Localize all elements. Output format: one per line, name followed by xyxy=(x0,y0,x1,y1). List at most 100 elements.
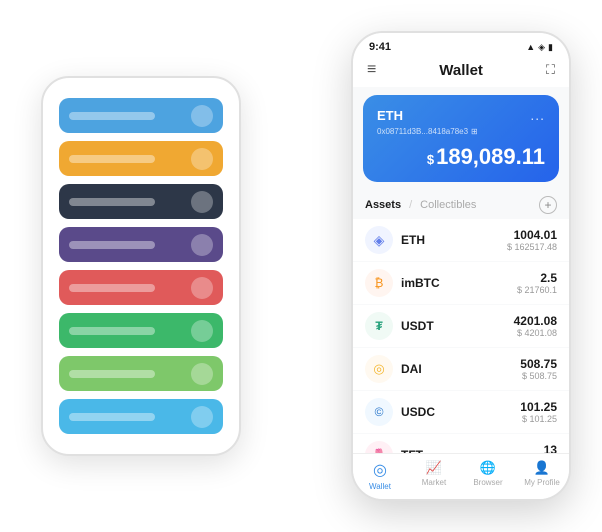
eth-card-header: ETH ... xyxy=(377,107,545,123)
asset-item-tft[interactable]: 🌷 TFT 13 0 xyxy=(353,434,569,453)
eth-coin-icon: ◈ xyxy=(374,232,385,249)
status-bar: 9:41 ▲ ◈ ▮ xyxy=(353,33,569,57)
wallet-card-1[interactable] xyxy=(59,98,223,133)
eth-card[interactable]: ETH ... 0x08711d3B...8418a78e3 ⊞ $189,08… xyxy=(363,95,559,182)
dai-amount: 508.75 xyxy=(520,357,557,371)
scene: 9:41 ▲ ◈ ▮ ≡ Wallet ⛶ ETH ... 0x08711d3B xyxy=(11,11,591,521)
imbtc-value: $ 21760.1 xyxy=(517,285,557,295)
back-phone xyxy=(41,76,241,456)
browser-nav-label: Browser xyxy=(473,478,502,487)
asset-list: ◈ ETH 1004.01 $ 162517.48 ₿ imBTC 2.5 xyxy=(353,218,569,453)
wallet-card-5[interactable] xyxy=(59,270,223,305)
card-icon-7 xyxy=(191,363,213,385)
wallet-card-2[interactable] xyxy=(59,141,223,176)
add-asset-button[interactable]: + xyxy=(539,196,557,214)
dai-coin-icon: ◎ xyxy=(373,361,384,377)
eth-address-icon: ⊞ xyxy=(471,127,478,136)
eth-value: $ 162517.48 xyxy=(507,242,557,252)
asset-item-imbtc[interactable]: ₿ imBTC 2.5 $ 21760.1 xyxy=(353,262,569,304)
usdt-coin-icon: ₮ xyxy=(375,319,382,333)
tft-amount: 13 xyxy=(544,443,557,453)
card-icon-6 xyxy=(191,320,213,342)
asset-amounts-usdc: 101.25 $ 101.25 xyxy=(520,400,557,424)
usdt-amount: 4201.08 xyxy=(514,314,557,328)
eth-card-address: 0x08711d3B...8418a78e3 ⊞ xyxy=(377,127,545,136)
asset-name-usdc: USDC xyxy=(401,405,520,419)
card-text-8 xyxy=(69,413,155,421)
asset-name-dai: DAI xyxy=(401,362,520,376)
nav-wallet[interactable]: ◎ Wallet xyxy=(353,460,407,491)
usdt-value: $ 4201.08 xyxy=(514,328,557,338)
imbtc-amount: 2.5 xyxy=(517,271,557,285)
card-text-6 xyxy=(69,327,155,335)
usdc-value: $ 101.25 xyxy=(520,414,557,424)
wallet-card-8[interactable] xyxy=(59,399,223,434)
card-icon-5 xyxy=(191,277,213,299)
asset-item-usdt[interactable]: ₮ USDT 4201.08 $ 4201.08 xyxy=(353,305,569,347)
asset-icon-tft: 🌷 xyxy=(365,441,393,453)
asset-icon-eth: ◈ xyxy=(365,226,393,254)
header-title: Wallet xyxy=(439,62,483,79)
eth-balance-currency: $ xyxy=(427,152,434,167)
nav-browser[interactable]: 🌐 Browser xyxy=(461,460,515,491)
card-icon-4 xyxy=(191,234,213,256)
browser-nav-icon: 🌐 xyxy=(480,460,496,476)
profile-nav-label: My Profile xyxy=(524,478,560,487)
card-icon-1 xyxy=(191,105,213,127)
card-icon-2 xyxy=(191,148,213,170)
profile-nav-icon: 👤 xyxy=(534,460,550,476)
asset-amounts-eth: 1004.01 $ 162517.48 xyxy=(507,228,557,252)
asset-item-usdc[interactable]: © USDC 101.25 $ 101.25 xyxy=(353,391,569,433)
card-icon-3 xyxy=(191,191,213,213)
asset-amounts-dai: 508.75 $ 508.75 xyxy=(520,357,557,381)
expand-icon[interactable]: ⛶ xyxy=(546,62,555,78)
assets-tab[interactable]: Assets xyxy=(365,199,401,211)
market-nav-icon: 📈 xyxy=(426,460,442,476)
asset-icon-usdt: ₮ xyxy=(365,312,393,340)
status-icons: ▲ ◈ ▮ xyxy=(526,42,553,53)
usdc-coin-icon: © xyxy=(375,405,384,419)
wallet-card-7[interactable] xyxy=(59,356,223,391)
wifi-icon: ◈ xyxy=(538,42,545,53)
collectibles-tab[interactable]: Collectibles xyxy=(420,199,476,211)
asset-amounts-usdt: 4201.08 $ 4201.08 xyxy=(514,314,557,338)
card-text-3 xyxy=(69,198,155,206)
asset-item-dai[interactable]: ◎ DAI 508.75 $ 508.75 xyxy=(353,348,569,390)
tab-divider: / xyxy=(409,199,412,211)
imbtc-coin-icon: ₿ xyxy=(375,276,384,290)
eth-address-text: 0x08711d3B...8418a78e3 xyxy=(377,127,468,136)
menu-icon[interactable]: ≡ xyxy=(367,61,376,79)
signal-icon: ▲ xyxy=(526,42,535,52)
eth-card-balance: $189,089.11 xyxy=(377,144,545,170)
usdc-amount: 101.25 xyxy=(520,400,557,414)
market-nav-label: Market xyxy=(422,478,446,487)
wallet-nav-label: Wallet xyxy=(369,482,391,491)
wallet-card-3[interactable] xyxy=(59,184,223,219)
asset-name-imbtc: imBTC xyxy=(401,276,517,290)
battery-icon: ▮ xyxy=(548,42,553,53)
card-icon-8 xyxy=(191,406,213,428)
card-text-5 xyxy=(69,284,155,292)
asset-icon-imbtc: ₿ xyxy=(365,269,393,297)
asset-name-eth: ETH xyxy=(401,233,507,247)
eth-card-title: ETH xyxy=(377,108,403,123)
wallet-card-4[interactable] xyxy=(59,227,223,262)
asset-item-eth[interactable]: ◈ ETH 1004.01 $ 162517.48 xyxy=(353,219,569,261)
eth-balance-amount: 189,089.11 xyxy=(436,144,545,169)
card-text-1 xyxy=(69,112,155,120)
asset-icon-usdc: © xyxy=(365,398,393,426)
front-phone: 9:41 ▲ ◈ ▮ ≡ Wallet ⛶ ETH ... 0x08711d3B xyxy=(351,31,571,501)
add-icon: + xyxy=(544,198,551,212)
eth-card-menu[interactable]: ... xyxy=(530,107,545,123)
phone-header: ≡ Wallet ⛶ xyxy=(353,57,569,87)
nav-profile[interactable]: 👤 My Profile xyxy=(515,460,569,491)
bottom-nav: ◎ Wallet 📈 Market 🌐 Browser 👤 My Profile xyxy=(353,453,569,499)
wallet-card-6[interactable] xyxy=(59,313,223,348)
eth-amount: 1004.01 xyxy=(507,228,557,242)
card-text-2 xyxy=(69,155,155,163)
asset-amounts-imbtc: 2.5 $ 21760.1 xyxy=(517,271,557,295)
nav-market[interactable]: 📈 Market xyxy=(407,460,461,491)
asset-amounts-tft: 13 0 xyxy=(544,443,557,453)
card-text-7 xyxy=(69,370,155,378)
wallet-nav-icon: ◎ xyxy=(373,460,387,480)
